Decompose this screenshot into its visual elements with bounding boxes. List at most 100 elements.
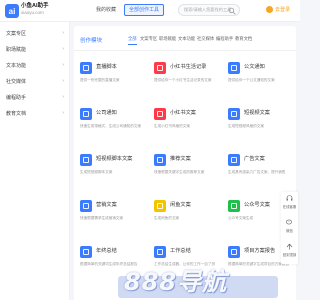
- sidebar-item-label: 教育文档: [6, 111, 27, 117]
- tool-title: 公文通知: [244, 64, 265, 70]
- tab-all[interactable]: 全部: [128, 36, 137, 45]
- chevron-right-icon: ›: [62, 62, 64, 68]
- wechat-icon: [228, 200, 240, 212]
- tool-card[interactable]: 短视频文案 生成短视频风格的文案: [224, 102, 292, 136]
- tool-description: 生成闲鱼的文案: [154, 216, 180, 220]
- sidebar-item-coding[interactable]: 编程助手 ›: [0, 90, 70, 106]
- tool-card[interactable]: 公文通知提供给你一个公文通知的文案: [224, 56, 292, 90]
- search-input[interactable]: 搜索/请输入您要找的工具: [178, 4, 240, 16]
- tool-title: 小红书生活记录: [170, 64, 207, 70]
- login-link[interactable]: 去登录: [275, 6, 290, 13]
- chart-icon: [80, 200, 92, 212]
- chevron-right-icon: ›: [62, 94, 64, 100]
- tool-card[interactable]: 直播脚本 提供一份完整的直播文案: [76, 56, 144, 90]
- sidebar: 文案专区 › 职场赋能 › 文本功能 › 社交媒体 › 编程助手 › 教育文档 …: [0, 22, 70, 300]
- tool-description: 生成具有感染力广告文案，提升销售: [228, 170, 286, 174]
- doc-icon: [228, 62, 240, 74]
- tool-card[interactable]: 短视频脚本文案 生成短视频脚本文案: [76, 148, 144, 182]
- tool-description: 提供给你一个小红书生活记录的文案: [154, 78, 212, 82]
- wechat-button[interactable]: 微信: [281, 216, 298, 240]
- tool-card[interactable]: 小红书文案 生成小红书风格的文案: [150, 102, 218, 136]
- icon-glyph: [83, 65, 89, 71]
- icon-glyph: [231, 65, 237, 71]
- sidebar-item-copywriting[interactable]: 文案专区 ›: [0, 26, 70, 42]
- icon-glyph: [157, 157, 163, 163]
- back-to-top-button[interactable]: 回到顶部: [281, 240, 298, 264]
- arrow-up-icon: [286, 243, 293, 250]
- tool-title: 工作总结: [170, 248, 191, 254]
- tool-title: 公司通知: [96, 110, 117, 116]
- tab-copywriting[interactable]: 文案专区: [140, 36, 157, 42]
- brand-name: 小鱼AI助手: [21, 3, 49, 9]
- search-icon[interactable]: [228, 7, 236, 15]
- tool-description: 快速生成带格式、生成公司通知的文案: [80, 124, 142, 128]
- icon-glyph: [83, 203, 89, 209]
- chevron-right-icon: ›: [62, 46, 64, 52]
- sidebar-item-social[interactable]: 社交媒体 ›: [0, 74, 70, 90]
- icon-glyph: [157, 249, 163, 255]
- icon-glyph: [157, 65, 163, 71]
- tab-workplace[interactable]: 职场赋能: [159, 36, 176, 42]
- book-red-icon: [154, 62, 166, 74]
- tools-panel: 创作模块 全部 文案专区 职场赋能 文本功能 社交媒体 编程助手 教育文档 直播…: [74, 26, 296, 300]
- main-content: 创作模块 全部 文案专区 职场赋能 文本功能 社交媒体 编程助手 教育文档 直播…: [72, 22, 300, 300]
- work-icon: [154, 246, 166, 258]
- sidebar-item-label: 社交媒体: [6, 79, 27, 85]
- icon-glyph: [157, 203, 163, 209]
- sidebar-item-label: 文案专区: [6, 31, 27, 37]
- tool-card[interactable]: 公司通知快速生成带格式、生成公司通知的文案: [76, 102, 144, 136]
- tool-card[interactable]: 推荐文案 快速根据关键字生成的推荐文案: [150, 148, 218, 182]
- headset-icon: [286, 195, 293, 201]
- divider: [74, 50, 296, 51]
- wechat-label: 微信: [286, 229, 293, 233]
- tool-card[interactable]: 广告文案 生成具有感染力广告文案，提升销售: [224, 148, 292, 182]
- tab-text[interactable]: 文本功能: [178, 36, 195, 42]
- section-title: 创作模块: [80, 38, 103, 44]
- icon-glyph: [231, 203, 237, 209]
- chevron-right-icon: ›: [62, 110, 64, 116]
- sidebar-item-education[interactable]: 教育文档 ›: [0, 106, 70, 122]
- tool-title: 直播脚本: [96, 64, 117, 70]
- tab-education[interactable]: 教育文档: [235, 36, 252, 42]
- video-icon: [80, 62, 92, 74]
- top-bar: ai 小鱼AI助手 xiaoyu.com 我的收藏 全部创作工具 搜索/请输入您…: [0, 0, 300, 22]
- film-icon: [80, 154, 92, 166]
- user-icon[interactable]: [266, 6, 273, 13]
- tab-social[interactable]: 社交媒体: [197, 36, 214, 42]
- sidebar-item-workplace[interactable]: 职场赋能 ›: [0, 42, 70, 58]
- icon-glyph: [83, 111, 89, 117]
- tool-title: 小红书文案: [170, 110, 196, 116]
- sidebar-item-label: 职场赋能: [6, 47, 27, 53]
- search-placeholder: 搜索/请输入您要找的工具: [184, 7, 232, 12]
- sidebar-item-text[interactable]: 文本功能 ›: [0, 58, 70, 74]
- nav-all-tools[interactable]: 全部创作工具: [124, 4, 165, 16]
- video-icon: [228, 108, 240, 120]
- chevron-right-icon: ›: [62, 78, 64, 84]
- customer-service-label: 在线客服: [282, 205, 297, 209]
- icon-glyph: [231, 111, 237, 117]
- logo-icon[interactable]: ai: [5, 4, 19, 18]
- tool-description: 提供给你一个公文通知的文案: [228, 78, 275, 82]
- brand[interactable]: 小鱼AI助手 xiaoyu.com: [21, 3, 49, 16]
- chevron-right-icon: ›: [62, 30, 64, 36]
- tool-description: 快速根据需求生成营销文案: [80, 216, 124, 220]
- tool-title: 短视频脚本文案: [96, 156, 133, 162]
- tool-title: 营销文案: [96, 202, 117, 208]
- summary-icon: [80, 246, 92, 258]
- tool-card[interactable]: 闲鱼文案生成闲鱼的文案: [150, 194, 218, 228]
- icon-glyph: [231, 157, 237, 163]
- tool-description: 快速根据关键字生成的推荐文案: [154, 170, 205, 174]
- megaphone-icon: [80, 108, 92, 120]
- tool-title: 闲鱼文案: [170, 202, 191, 208]
- thumb-icon: [154, 154, 166, 166]
- tab-coding[interactable]: 编程助手: [216, 36, 233, 42]
- sidebar-item-label: 文本功能: [6, 63, 27, 69]
- tool-card[interactable]: 营销文案快速根据需求生成营销文案: [76, 194, 144, 228]
- customer-service-button[interactable]: 在线客服: [281, 192, 298, 216]
- tool-card[interactable]: 小红书生活记录提供给你一个小红书生活记录的文案: [150, 56, 218, 90]
- svg-text:ai: ai: [9, 7, 16, 16]
- wechat-icon: [286, 219, 292, 225]
- nav-favorites[interactable]: 我的收藏: [96, 6, 116, 13]
- book-red-icon: [154, 108, 166, 120]
- tool-title: 项目方案报告: [244, 248, 276, 254]
